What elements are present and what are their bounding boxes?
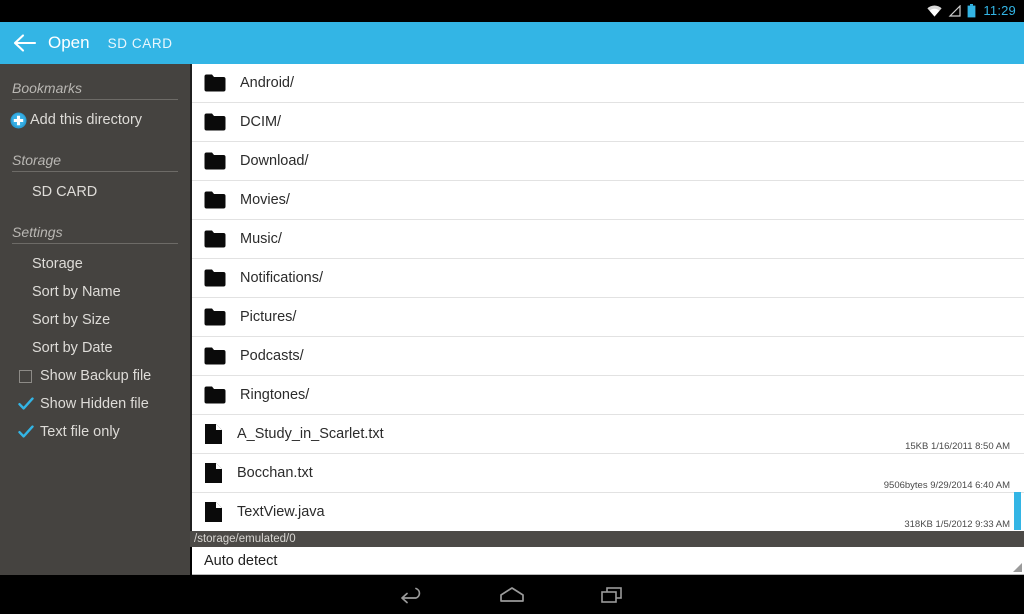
row-name: DCIM/ (240, 114, 282, 130)
encoding-select-value: Auto detect (204, 552, 278, 569)
page-title: Open (48, 33, 90, 52)
sidebar-divider (12, 171, 178, 172)
folder-icon (204, 191, 226, 209)
row-name: Ringtones/ (240, 387, 310, 403)
row-name: Music/ (240, 231, 282, 247)
sidebar-header-bookmarks: Bookmarks (12, 80, 83, 96)
file-row[interactable]: TextView.java 318KB 1/5/2012 9:33 AM (192, 493, 1024, 531)
checkmark-icon[interactable] (18, 396, 34, 412)
current-path-bar: /storage/emulated/0 (190, 531, 1024, 547)
folder-icon (204, 74, 226, 92)
status-clock: 11:29 (983, 3, 1016, 18)
scrollbar-thumb[interactable] (1014, 492, 1021, 530)
row-meta: 9506bytes 9/29/2014 6:40 AM (883, 480, 1010, 491)
folder-icon (204, 347, 226, 365)
folder-icon (204, 386, 226, 404)
sidebar: Bookmarks Add this directory Storage SD … (0, 64, 190, 575)
android-nav-bar (0, 575, 1024, 614)
sidebar-item-show-hidden-file[interactable]: Show Hidden file (0, 390, 190, 418)
sidebar-divider (12, 243, 178, 244)
folder-row[interactable]: Podcasts/ (192, 337, 1024, 376)
encoding-select[interactable]: Auto detect (192, 547, 1024, 575)
row-meta: 15KB 1/16/2011 8:50 AM (905, 441, 1010, 452)
folder-row[interactable]: DCIM/ (192, 103, 1024, 142)
row-name: Movies/ (240, 192, 290, 208)
file-icon (205, 463, 222, 483)
current-path-text: /storage/emulated/0 (194, 533, 296, 545)
checkmark-icon[interactable] (18, 424, 34, 440)
plus-circle-icon (10, 112, 27, 128)
status-bar: 11:29 (0, 0, 1024, 22)
recents-nav-icon (601, 586, 622, 603)
file-icon (205, 502, 222, 522)
battery-icon (968, 4, 976, 18)
device-screen: 11:29 Open SD CARD Bookmarks Add this di… (0, 0, 1024, 614)
sidebar-item-storage[interactable]: Storage (0, 250, 190, 278)
sidebar-item-label: Show Backup file (40, 368, 152, 384)
sidebar-header-storage: Storage (12, 152, 62, 168)
folder-row[interactable]: Movies/ (192, 181, 1024, 220)
row-name: Android/ (240, 75, 295, 91)
sidebar-item-sort-by-date[interactable]: Sort by Date (0, 334, 190, 362)
sidebar-item-sort-by-name[interactable]: Sort by Name (0, 278, 190, 306)
back-nav-icon (401, 587, 421, 603)
row-name: Notifications/ (240, 270, 324, 286)
folder-icon (204, 269, 226, 287)
row-name: Podcasts/ (240, 348, 304, 364)
sidebar-item-label: Add this directory (30, 112, 143, 128)
row-name: Download/ (240, 153, 309, 169)
folder-row[interactable]: Notifications/ (192, 259, 1024, 298)
folder-row[interactable]: Android/ (192, 64, 1024, 103)
nav-recents-button[interactable] (562, 575, 662, 614)
sidebar-item-label: Show Hidden file (40, 396, 149, 412)
sidebar-item-sort-by-size[interactable]: Sort by Size (0, 306, 190, 334)
file-icon (205, 424, 222, 444)
folder-icon (204, 308, 226, 326)
app-bar: Open SD CARD (0, 22, 1024, 64)
row-name: TextView.java (237, 504, 325, 520)
file-row[interactable]: Bocchan.txt 9506bytes 9/29/2014 6:40 AM (192, 454, 1024, 493)
folder-icon (204, 113, 226, 131)
sidebar-item-sd-card[interactable]: SD CARD (0, 178, 190, 206)
sidebar-section-storage: Storage SD CARD (0, 152, 190, 206)
folder-row[interactable]: Download/ (192, 142, 1024, 181)
sidebar-item-label: Text file only (40, 424, 120, 440)
sidebar-section-settings: Settings Storage Sort by Name Sort by Si… (0, 224, 190, 446)
breadcrumb: SD CARD (107, 35, 173, 51)
signal-icon (948, 5, 962, 17)
sidebar-item-show-backup-file[interactable]: Show Backup file (0, 362, 190, 390)
folder-row[interactable]: Ringtones/ (192, 376, 1024, 415)
checkbox-unchecked-icon[interactable] (19, 369, 32, 383)
wifi-icon (927, 5, 943, 17)
sidebar-item-text-file-only[interactable]: Text file only (0, 418, 190, 446)
home-nav-icon (500, 586, 524, 602)
folder-row[interactable]: Music/ (192, 220, 1024, 259)
file-row[interactable]: A_Study_in_Scarlet.txt 15KB 1/16/2011 8:5… (192, 415, 1024, 454)
sidebar-item-add-this-directory[interactable]: Add this directory (0, 106, 190, 134)
row-name: Bocchan.txt (237, 465, 313, 481)
folder-icon (204, 230, 226, 248)
folder-row[interactable]: Pictures/ (192, 298, 1024, 337)
file-list[interactable]: Android/DCIM/Download/Movies/Music/Notif… (190, 64, 1024, 531)
nav-home-button[interactable] (462, 575, 562, 614)
sidebar-divider (12, 99, 178, 100)
nav-back-button[interactable] (362, 575, 462, 614)
folder-icon (204, 152, 226, 170)
sidebar-header-settings: Settings (12, 224, 63, 240)
back-arrow-icon[interactable] (12, 30, 38, 56)
row-name: A_Study_in_Scarlet.txt (237, 426, 384, 442)
row-meta: 318KB 1/5/2012 9:33 AM (904, 519, 1010, 530)
dropdown-caret-icon (1013, 563, 1022, 572)
sidebar-section-bookmarks: Bookmarks Add this directory (0, 80, 190, 134)
row-name: Pictures/ (240, 309, 297, 325)
